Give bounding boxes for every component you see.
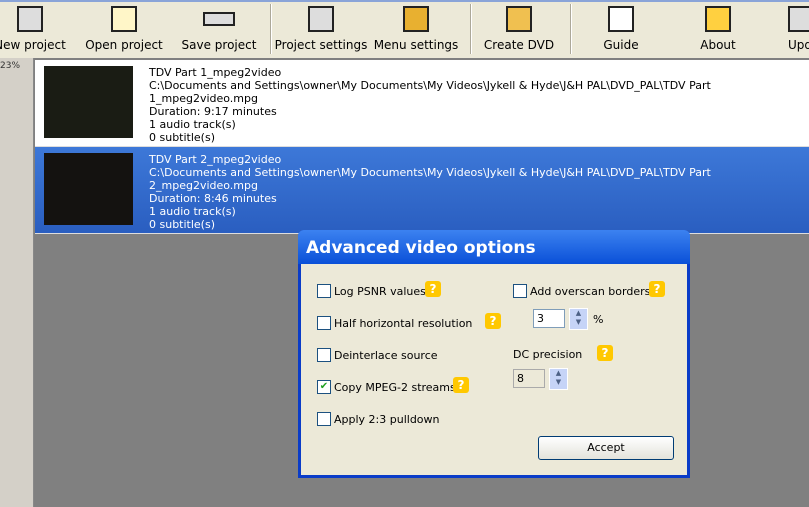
dc-precision-label: DC precision [513,348,583,361]
separator [270,4,272,54]
overscan-input[interactable]: 3 [533,309,565,328]
update-icon [788,6,809,32]
open-project-button[interactable]: Open project [76,6,172,52]
log-psnr-checkbox[interactable]: Log PSNR values [317,284,426,298]
guide-button[interactable]: Guide [573,6,669,52]
copy-mpeg2-checkbox[interactable]: ✔ Copy MPEG-2 streams [317,380,456,394]
menu-settings-button[interactable]: Menu settings [368,6,464,52]
help-icon[interactable]: ? [485,313,501,329]
new-project-button[interactable]: New project [0,6,78,52]
update-button[interactable]: Update [768,6,809,52]
help-icon[interactable]: ? [597,345,613,361]
overscan-checkbox[interactable]: Add overscan borders [513,284,650,298]
list-item-selected[interactable]: TDV Part 2_mpeg2video C:\Documents and S… [35,147,809,234]
video-thumbnail [44,66,133,138]
info-icon [608,6,634,32]
help-icon[interactable]: ? [425,281,441,297]
help-icon[interactable]: ? [453,377,469,393]
toolbar: New project Open project Save project Pr… [0,0,809,58]
save-project-button[interactable]: Save project [171,6,267,52]
separator [570,4,572,54]
film-icon [17,6,43,32]
dc-precision-input[interactable]: 8 [513,369,545,388]
video-list: TDV Part 1_mpeg2video C:\Documents and S… [35,60,809,234]
progress-label: 23% [0,61,21,71]
create-dvd-button[interactable]: Create DVD [471,6,567,52]
dialog-title: Advanced video options [298,230,690,264]
about-button[interactable]: About [670,6,766,52]
menu-icon [403,6,429,32]
settings-icon [308,6,334,32]
gears-icon [506,6,532,32]
dc-precision-spinner[interactable]: ▲ ▼ [549,368,568,390]
folder-icon [111,6,137,32]
deinterlace-checkbox[interactable]: Deinterlace source [317,348,438,362]
left-panel: 23% [0,58,34,507]
overscan-spinner[interactable]: ▲ ▼ [569,308,588,330]
pulldown-checkbox[interactable]: Apply 2:3 pulldown [317,412,440,426]
about-icon [705,6,731,32]
video-thumbnail [44,153,133,225]
project-settings-button[interactable]: Project settings [273,6,369,52]
list-item[interactable]: TDV Part 1_mpeg2video C:\Documents and S… [35,60,809,147]
drive-icon [203,12,235,26]
percent-label: % [593,313,604,326]
advanced-video-options-dialog: Advanced video options Log PSNR values ?… [298,230,690,478]
accept-button[interactable]: Accept [538,436,674,460]
half-resolution-checkbox[interactable]: Half horizontal resolution [317,316,472,330]
help-icon[interactable]: ? [649,281,665,297]
